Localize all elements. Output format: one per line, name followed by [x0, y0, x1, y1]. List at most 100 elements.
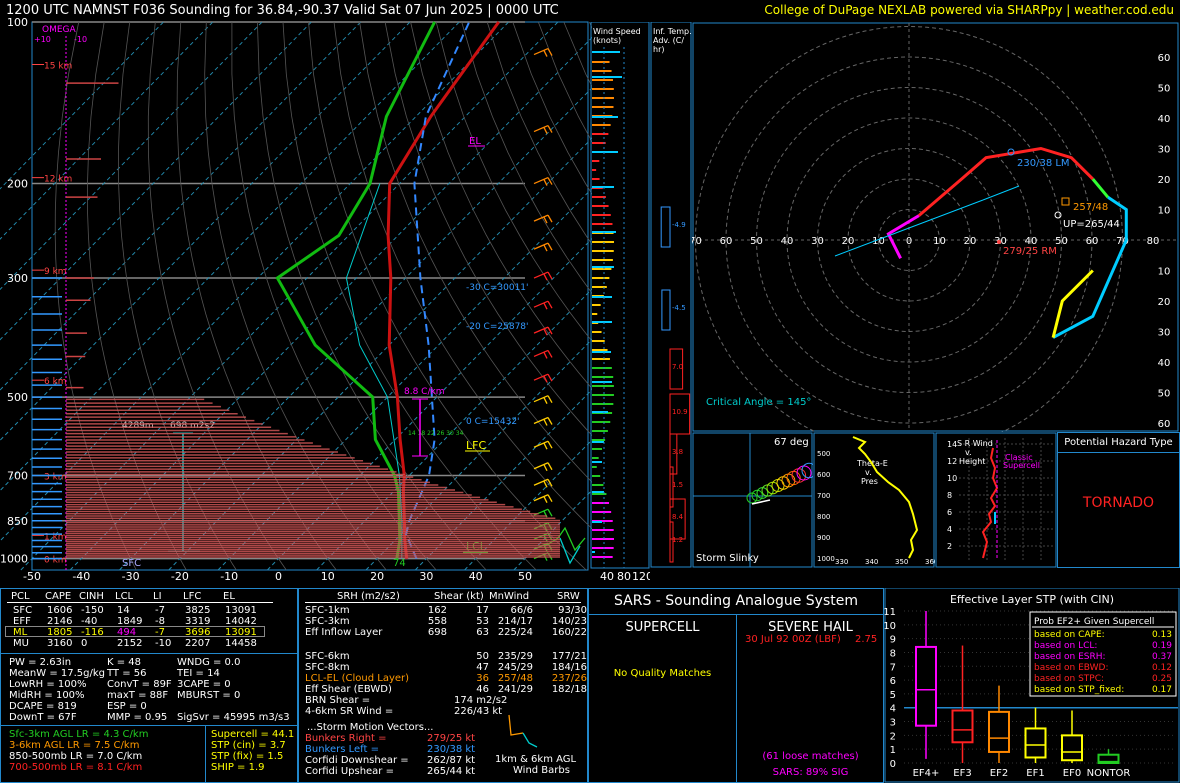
- annotation: 698 m2s2: [170, 421, 215, 431]
- kin-cell: 182/18: [551, 684, 587, 695]
- annotation: 8.8 C/km: [404, 387, 444, 397]
- brn-label: BRN Shear =: [305, 695, 371, 706]
- tadv-bar: [661, 289, 671, 331]
- lapse-rate: Sfc-3km AGL LR = 4.3 C/km: [9, 729, 149, 740]
- wind-speed-units: (knots): [593, 36, 621, 45]
- hodo-y-tick: 10: [1158, 267, 1171, 278]
- stp-y-tick: 4: [890, 704, 896, 715]
- hodo-y-tick: 20: [1158, 175, 1171, 186]
- storm-motion-label: Bunkers Left =: [305, 744, 379, 755]
- sars-loose: (61 loose matches): [762, 751, 859, 762]
- wind-barb: [547, 440, 553, 449]
- pressure-tick-label: 850: [7, 515, 28, 528]
- kin-cell: 245/29: [497, 662, 533, 673]
- sr-y-tick: 10: [947, 474, 957, 483]
- tadv-value: 1.2: [672, 536, 683, 544]
- wind-tick-120: 120: [632, 570, 650, 583]
- wind-barb: [543, 50, 548, 57]
- parcel-header: LFC: [183, 591, 202, 602]
- hodo-segment: [1091, 178, 1110, 199]
- cm-label: 257/48: [1073, 202, 1108, 213]
- stp-y-tick: 8: [890, 648, 896, 659]
- parcel-cell: 1606: [47, 605, 73, 616]
- kin-cell: 46: [476, 684, 489, 695]
- parcel-misc: SigSvr = 45995 m3/s3: [177, 712, 290, 723]
- parcel-misc: WNDG = 0.0: [177, 657, 241, 668]
- wind-barb: [547, 417, 553, 425]
- hodo-x-tick: 10: [933, 236, 946, 247]
- storm-motion-label: Bunkers Right =: [305, 733, 387, 744]
- kin-cell: LCL-EL (Cloud Layer): [305, 673, 410, 684]
- stp-category: EF0: [1063, 768, 1081, 779]
- kin-cell: 66/6: [510, 605, 533, 616]
- wind-tick-80: 80: [617, 570, 631, 583]
- wind-barb: [547, 48, 553, 56]
- kin-cell: 53: [476, 616, 489, 627]
- hazard-value: TORNADO: [1082, 495, 1155, 511]
- inset-hodo: [559, 537, 581, 565]
- annotation: SFC: [122, 558, 141, 569]
- parcel-cell: 3696: [185, 627, 211, 638]
- barbs-inset: [508, 714, 538, 748]
- wind-barb: [543, 442, 548, 450]
- lapse-rate: 3-6km AGL LR = 7.5 C/km: [9, 740, 140, 751]
- wind-barb: [543, 397, 548, 404]
- hodo-x-tick: 50: [750, 236, 763, 247]
- wind-barb: [547, 271, 553, 280]
- tadv-title: Inf. Temp.: [653, 27, 692, 36]
- height-label: 3 km: [44, 473, 67, 483]
- kin-cell: 257/48: [497, 673, 533, 684]
- parcel-misc: MeanW = 17.5g/kg: [9, 668, 105, 679]
- sars-hail-size: 2.75: [855, 634, 878, 645]
- hazard-title: Potential Hazard Type: [1064, 437, 1173, 448]
- parcel-cell: SFC: [13, 605, 33, 616]
- kin-cell: 237/26: [551, 673, 587, 684]
- kin-header: SRW: [557, 591, 580, 602]
- height-label: 0 km: [44, 556, 67, 566]
- temp-tick-label: 30: [419, 570, 433, 583]
- parcel-panel: PCL CAPE CINH LCL LI LFC EL SFC 1606 -150 14 -7 3825…: [0, 588, 298, 783]
- parcel-cell: 2152: [117, 638, 143, 649]
- stp-y-tick: 9: [890, 635, 896, 646]
- wind-barb: [547, 508, 553, 517]
- parcel-misc: DownT = 67F: [9, 712, 77, 723]
- prob-label: based on STPC:: [1034, 674, 1104, 684]
- parcel-cell: MU: [13, 638, 29, 649]
- wind-barb: [547, 494, 553, 503]
- wind-barb: [547, 214, 553, 223]
- parcel-cell: -116: [81, 627, 104, 638]
- parcel-cell: 1805: [47, 627, 73, 638]
- hodo-y-tick: 60: [1158, 53, 1171, 64]
- tadv-value: -4.5: [672, 304, 686, 312]
- omega-label: OMEGA: [42, 25, 77, 35]
- storm-motion-value: 230/38 kt: [427, 744, 476, 755]
- kin-cell: 17: [476, 605, 489, 616]
- pressure-tick-label: 100: [7, 18, 28, 29]
- hodo-y-tick: 30: [1158, 328, 1171, 339]
- kin-cell: Eff Shear (EBWD): [305, 684, 392, 695]
- brn-value: 174 m2/s2: [454, 695, 508, 706]
- annotation: -30 C=30011': [466, 283, 529, 293]
- tadv-title2: Adv. (C/: [653, 36, 684, 45]
- temp-tick-label: 50: [518, 570, 532, 583]
- annotation: -20 C=25878': [466, 322, 529, 332]
- theta-y-tick: 800: [817, 513, 830, 521]
- theta-x-tick: 330: [835, 558, 848, 566]
- parcel-cell: -7: [155, 627, 165, 638]
- stp-box: [915, 645, 937, 727]
- kin-cell: 184/16: [551, 662, 587, 673]
- stp-y-tick: 10: [884, 621, 896, 632]
- storm-motion-title: ...Storm Motion Vectors...: [307, 722, 434, 733]
- series-parcel-line: [405, 21, 471, 559]
- prob-value: 0.19: [1152, 641, 1172, 651]
- theta-y-tick: 900: [817, 534, 830, 542]
- annotation: 0 C=15432': [466, 417, 520, 427]
- temp-tick-label: -20: [171, 570, 189, 583]
- kin-cell: SFC-3km: [305, 616, 350, 627]
- prob-label: based on ESRH:: [1034, 652, 1106, 662]
- parcel-header: CAPE: [45, 591, 72, 602]
- barbs-label: 1km & 6km AGL: [495, 754, 577, 765]
- sars-no-match: No Quality Matches: [613, 668, 712, 679]
- wind-barb: [543, 464, 548, 472]
- stp-category: NONTOR: [1087, 768, 1131, 779]
